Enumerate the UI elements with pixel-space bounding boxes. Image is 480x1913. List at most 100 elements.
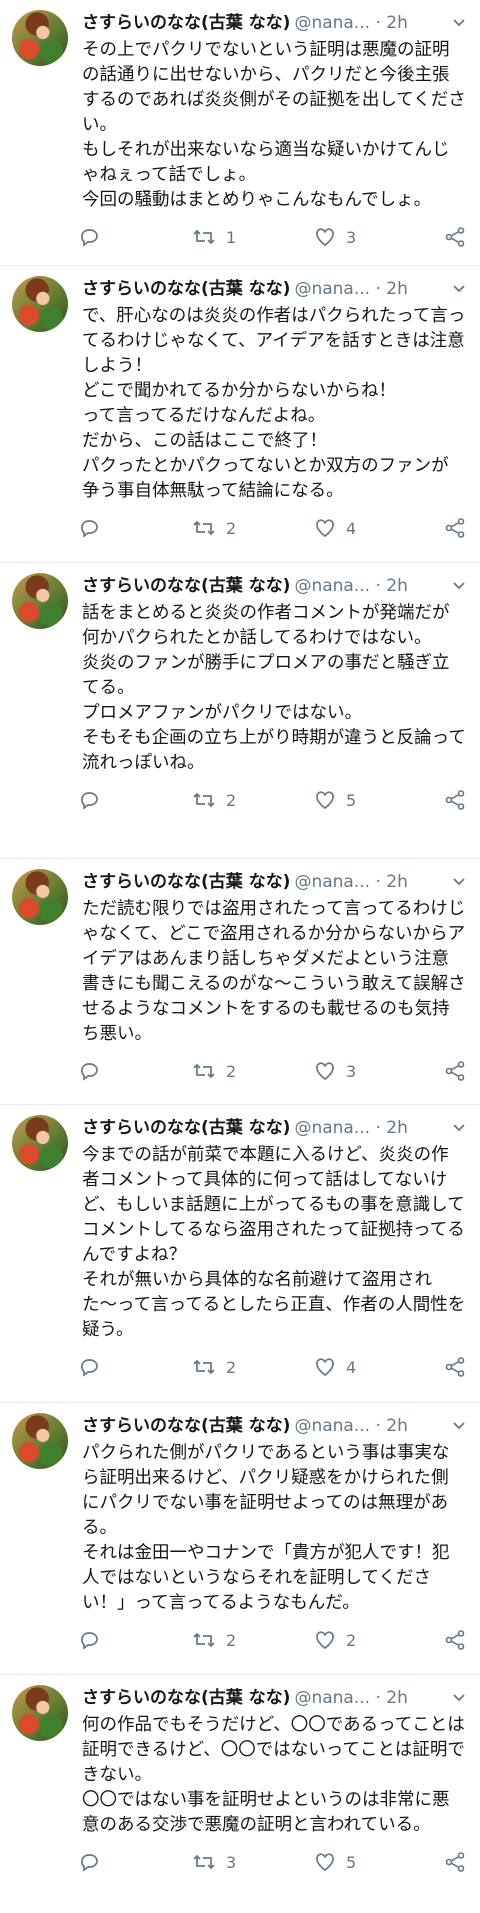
- tweet-text: で、肝心なのは炎炎の作者はパクられたって言ってるわけじゃなくて、アイデアを話すと…: [82, 306, 466, 501]
- retweet-icon: [193, 1063, 215, 1079]
- tweet-header: さすらいのなな(古葉 なな) @nana... · 2h: [82, 1685, 466, 1711]
- tweet[interactable]: さすらいのなな(古葉 なな) @nana... · 2h 今までの話が前菜で本題に…: [0, 1105, 480, 1403]
- tweet[interactable]: さすらいのなな(古葉 なな) @nana... · 2h 話をまとめると炎炎の作者…: [0, 563, 480, 859]
- tweet-actions: 2 5: [78, 776, 466, 824]
- tweet-time[interactable]: 2h: [386, 279, 408, 299]
- retweet-icon: [193, 229, 215, 245]
- like-count: 4: [346, 1357, 357, 1377]
- retweet-button[interactable]: 2: [192, 1060, 314, 1082]
- chevron-down-icon[interactable]: [452, 875, 466, 889]
- user-name[interactable]: さすらいのなな(古葉 なな): [82, 1688, 290, 1708]
- reply-button[interactable]: [78, 789, 192, 811]
- like-button[interactable]: 3: [314, 226, 426, 248]
- reply-button[interactable]: [78, 1851, 192, 1873]
- chevron-down-icon[interactable]: [452, 1419, 466, 1433]
- like-button[interactable]: 4: [314, 1356, 426, 1378]
- retweet-count: 2: [226, 1357, 237, 1377]
- avatar[interactable]: [12, 10, 68, 66]
- share-button[interactable]: [444, 226, 466, 248]
- user-name[interactable]: さすらいのなな(古葉 なな): [82, 1416, 290, 1436]
- reply-button[interactable]: [78, 517, 192, 539]
- user-handle[interactable]: @nana...: [294, 279, 370, 299]
- share-icon: [445, 1852, 465, 1872]
- avatar[interactable]: [12, 869, 68, 925]
- chevron-down-icon[interactable]: [452, 1121, 466, 1135]
- chevron-down-icon[interactable]: [452, 579, 466, 593]
- like-button[interactable]: 4: [314, 517, 426, 539]
- user-handle[interactable]: @nana...: [294, 1118, 370, 1138]
- tweet-text: 何の作品でもそうだけど、〇〇であるってことは証明できるけど、〇〇ではないってこと…: [82, 1715, 465, 1835]
- tweet[interactable]: さすらいのなな(古葉 なな) @nana... · 2h その上でパクリでないとい…: [0, 0, 480, 266]
- like-button[interactable]: 2: [314, 1629, 426, 1651]
- tweet-time[interactable]: 2h: [386, 13, 408, 33]
- like-count: 4: [346, 518, 357, 538]
- like-button[interactable]: 5: [314, 789, 426, 811]
- reply-button[interactable]: [78, 226, 192, 248]
- retweet-count: 1: [226, 227, 237, 247]
- tweet-time[interactable]: 2h: [386, 1688, 408, 1708]
- chevron-down-icon[interactable]: [452, 1691, 466, 1705]
- tweet[interactable]: さすらいのなな(古葉 なな) @nana... · 2h 何の作品でもそうだけど、…: [0, 1675, 480, 1913]
- reply-icon: [81, 520, 98, 538]
- avatar[interactable]: [12, 1413, 68, 1469]
- chevron-down-icon[interactable]: [452, 282, 466, 296]
- tweet[interactable]: さすらいのなな(古葉 なな) @nana... · 2h で、肝心なのは炎炎の作者…: [0, 266, 480, 563]
- chevron-down-icon[interactable]: [452, 16, 466, 30]
- reply-button[interactable]: [78, 1629, 192, 1651]
- avatar[interactable]: [12, 1685, 68, 1741]
- retweet-count: 2: [226, 1061, 237, 1081]
- share-button[interactable]: [444, 789, 466, 811]
- avatar[interactable]: [12, 1115, 68, 1171]
- tweet-header: さすらいのなな(古葉 なな) @nana... · 2h: [82, 10, 466, 36]
- share-button[interactable]: [444, 1060, 466, 1082]
- share-button[interactable]: [444, 517, 466, 539]
- reply-button[interactable]: [78, 1356, 192, 1378]
- reply-button[interactable]: [78, 1060, 192, 1082]
- avatar[interactable]: [12, 276, 68, 332]
- tweet[interactable]: さすらいのなな(古葉 なな) @nana... · 2h パクられた側がパクリであ…: [0, 1403, 480, 1675]
- like-button[interactable]: 3: [314, 1060, 426, 1082]
- share-icon: [445, 518, 465, 538]
- tweet[interactable]: さすらいのなな(古葉 なな) @nana... · 2h ただ読む限りでは盗用され…: [0, 859, 480, 1105]
- user-name[interactable]: さすらいのなな(古葉 なな): [82, 279, 290, 299]
- tweet-time[interactable]: 2h: [386, 1416, 408, 1436]
- retweet-button[interactable]: 3: [192, 1851, 314, 1873]
- tweet-header: さすらいのなな(古葉 なな) @nana... · 2h: [82, 276, 466, 302]
- tweet-time[interactable]: 2h: [386, 1118, 408, 1138]
- share-icon: [445, 1061, 465, 1081]
- user-handle[interactable]: @nana...: [294, 13, 370, 33]
- retweet-icon: [193, 1632, 215, 1648]
- retweet-button[interactable]: 2: [192, 789, 314, 811]
- separator-dot: ·: [375, 279, 381, 299]
- tweet-actions: 2 4: [78, 504, 466, 552]
- share-button[interactable]: [444, 1356, 466, 1378]
- tweet-actions: 2 2: [78, 1616, 466, 1664]
- tweet-text: ただ読む限りでは盗用されたって言ってるわけじゃなくて、どこで盗用されるか分からな…: [82, 899, 466, 1044]
- user-name[interactable]: さすらいのなな(古葉 なな): [82, 13, 290, 33]
- heart-icon: [316, 1853, 334, 1872]
- user-handle[interactable]: @nana...: [294, 872, 370, 892]
- share-icon: [445, 227, 465, 247]
- retweet-button[interactable]: 1: [192, 226, 314, 248]
- tweet-time[interactable]: 2h: [386, 576, 408, 596]
- avatar[interactable]: [12, 573, 68, 629]
- tweet-header: さすらいのなな(古葉 なな) @nana... · 2h: [82, 869, 466, 895]
- retweet-button[interactable]: 2: [192, 1629, 314, 1651]
- user-name[interactable]: さすらいのなな(古葉 なな): [82, 576, 290, 596]
- tweet-header: さすらいのなな(古葉 なな) @nana... · 2h: [82, 573, 466, 599]
- retweet-button[interactable]: 2: [192, 517, 314, 539]
- separator-dot: ·: [375, 872, 381, 892]
- separator-dot: ·: [375, 1688, 381, 1708]
- user-handle[interactable]: @nana...: [294, 1688, 370, 1708]
- like-button[interactable]: 5: [314, 1851, 426, 1873]
- retweet-button[interactable]: 2: [192, 1356, 314, 1378]
- user-handle[interactable]: @nana...: [294, 576, 370, 596]
- share-button[interactable]: [444, 1851, 466, 1873]
- share-button[interactable]: [444, 1629, 466, 1651]
- share-icon: [445, 790, 465, 810]
- user-name[interactable]: さすらいのなな(古葉 なな): [82, 872, 290, 892]
- user-handle[interactable]: @nana...: [294, 1416, 370, 1436]
- reply-icon: [81, 229, 98, 247]
- tweet-time[interactable]: 2h: [386, 872, 408, 892]
- user-name[interactable]: さすらいのなな(古葉 なな): [82, 1118, 290, 1138]
